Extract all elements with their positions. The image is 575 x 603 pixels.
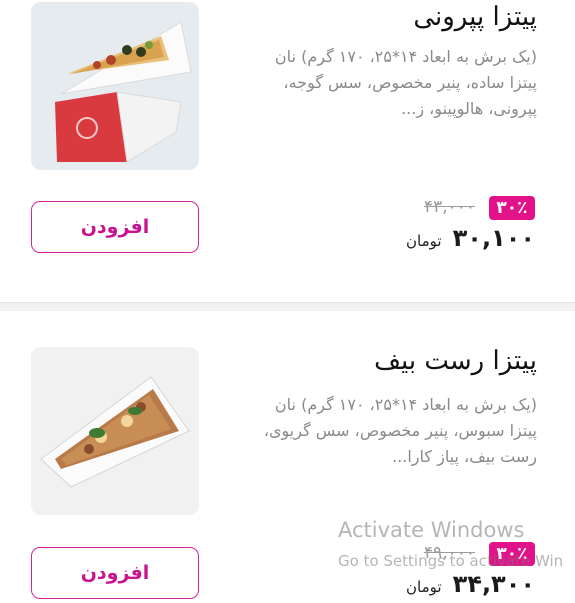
add-to-cart-button[interactable]: افزودن (31, 201, 199, 253)
currency-label: تومان (406, 578, 442, 596)
current-price: ۳۴,۳۰۰ (452, 570, 535, 598)
product-description: (یک برش به ابعاد ۱۴*۲۵، ۱۷۰ گرم) نان پیت… (274, 47, 537, 118)
product-image[interactable] (31, 347, 199, 515)
price-row: ۳۴,۳۰۰ تومان (406, 570, 535, 598)
product-description: (یک برش به ابعاد ۱۴*۲۵، ۱۷۰ گرم) نان پیت… (263, 395, 537, 466)
currency-label: تومان (406, 232, 442, 250)
old-price: ۴۳,۰۰۰ (423, 197, 475, 217)
product-title: پیتزا رست بیف (374, 346, 537, 376)
activation-watermark-title: Activate Windows (338, 518, 525, 542)
activation-watermark-subtitle: Go to Settings to activate Win (338, 552, 564, 570)
current-price: ۳۰,۱۰۰ (452, 224, 535, 252)
pepperoni-pizza-slice-icon (31, 2, 199, 170)
price-row: ۳۰,۱۰۰ تومان (406, 224, 535, 252)
product-title: پیتزا پپرونی (413, 2, 537, 32)
add-to-cart-button[interactable]: افزودن (31, 547, 199, 599)
card-divider (0, 302, 575, 311)
discount-badge: ۳۰٪ (489, 196, 535, 220)
product-card-pepperoni: پیتزا پپرونی (یک برش به ابعاد ۱۴*۲۵، ۱۷۰… (0, 0, 575, 300)
roast-beef-pizza-slice-icon (31, 347, 199, 515)
product-image[interactable] (31, 2, 199, 170)
